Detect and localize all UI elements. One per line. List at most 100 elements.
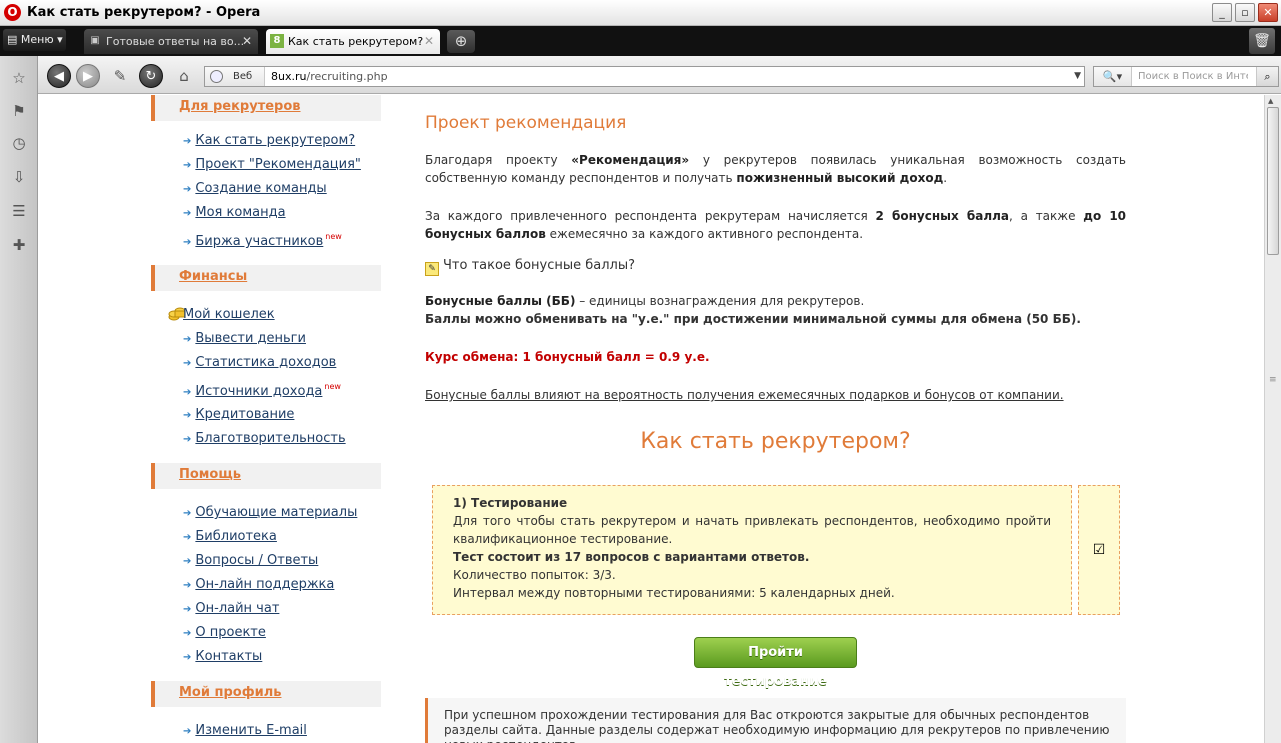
sidebar-item-income-stats[interactable]: ➔ Статистика доходов <box>183 355 336 370</box>
sidebar-item-income-sources[interactable]: ➔ Источники дохода new <box>183 382 341 399</box>
sidebar-item-label[interactable]: Источники дохода <box>195 384 322 399</box>
globe-icon <box>210 70 223 83</box>
sidebar-item-label[interactable]: Библиотека <box>195 529 277 544</box>
url-text[interactable]: 8ux.ru/recruiting.php <box>271 67 388 86</box>
sidebar-item-my-team[interactable]: ➔ Моя команда <box>183 205 286 220</box>
text: За каждого привлеченного респондента рек… <box>425 209 876 223</box>
tab-close-icon[interactable]: ✕ <box>424 29 434 54</box>
step-title: 1) Тестирование <box>453 496 568 510</box>
step-checkbox-icon: ☑ <box>1078 485 1120 615</box>
bonus-paragraph: За каждого привлеченного респондента рек… <box>425 207 1126 243</box>
scroll-up-icon[interactable]: ▲ <box>1268 97 1273 105</box>
testing-step: 1) Тестирование Для того чтобы стать рек… <box>432 485 1072 615</box>
sidebar-item-label[interactable]: Контакты <box>195 649 262 664</box>
sidebar-item-label[interactable]: О проекте <box>195 625 266 640</box>
sidebar-item-label[interactable]: Как стать рекрутером? <box>195 133 355 148</box>
sidebar-item-withdraw[interactable]: ➔ Вывести деньги <box>183 331 306 346</box>
bookmarks-star-icon[interactable]: ☆ <box>6 65 32 91</box>
notes-icon[interactable]: ☰ <box>6 198 32 224</box>
forward-button[interactable]: ▶ <box>76 64 100 88</box>
search-engine-selector[interactable]: 🔍▾ <box>1094 67 1132 86</box>
scroll-grip-icon: ≡ <box>1269 375 1277 385</box>
text: ежемесячно за каждого активного респонде… <box>545 227 864 241</box>
tab-recruiter[interactable]: 8 Как стать рекрутером? ✕ <box>266 29 440 54</box>
sidebar-item-label[interactable]: Биржа участников <box>195 234 323 249</box>
restore-button[interactable]: ▫ <box>1235 3 1255 22</box>
sidebar-heading-label[interactable]: Финансы <box>179 269 247 284</box>
sidebar-heading-help[interactable]: Помощь <box>151 463 381 489</box>
sidebar-item-recommendation[interactable]: ➔ Проект "Рекомендация" <box>183 157 361 172</box>
sidebar-item-support[interactable]: ➔ Он-лайн поддержка <box>183 577 334 592</box>
address-mode-button[interactable]: Веб <box>205 67 265 86</box>
tab-label: Готовые ответы на во... <box>106 35 245 48</box>
sidebar-item-label[interactable]: Моя команда <box>195 205 285 220</box>
sidebar-heading-label[interactable]: Мой профиль <box>179 685 281 700</box>
history-clock-icon[interactable]: ◷ <box>6 130 32 156</box>
sidebar-item-credit[interactable]: ➔ Кредитование <box>183 407 294 422</box>
bonus-exchange: Баллы можно обменивать на "у.е." при дос… <box>425 312 1081 326</box>
sidebar-item-label[interactable]: Статистика доходов <box>195 355 336 370</box>
sidebar-item-label[interactable]: Обучающие материалы <box>195 505 357 520</box>
widgets-icon[interactable]: ⚑ <box>6 98 32 124</box>
sidebar-item-label[interactable]: Изменить E-mail <box>195 723 307 738</box>
text: . <box>943 171 948 185</box>
tab-label: Как стать рекрутером? <box>288 35 424 48</box>
window-title: Как стать рекрутером? - Opera <box>27 5 261 20</box>
sidebar-item-label[interactable]: Вопросы / Ответы <box>195 553 318 568</box>
sidebar-item-charity[interactable]: ➔ Благотворительность <box>183 431 346 446</box>
sidebar-heading-recruiters[interactable]: Для рекрутеров <box>151 95 381 121</box>
tab-close-icon[interactable]: ✕ <box>242 29 252 54</box>
sidebar-item-contacts[interactable]: ➔ Контакты <box>183 649 262 664</box>
reload-button[interactable]: ↻ <box>139 64 163 88</box>
sidebar-item-label[interactable]: Благотворительность <box>195 431 345 446</box>
opera-menu-button[interactable]: ▤ Меню ▾ <box>3 29 66 51</box>
notepad-icon: ✎ <box>425 262 439 276</box>
sidebar-item-label[interactable]: Он-лайн поддержка <box>195 577 334 592</box>
vertical-scrollbar[interactable]: ▲ ≡ <box>1264 95 1281 743</box>
tab-answers[interactable]: ▣ Готовые ответы на во... ✕ <box>84 29 258 54</box>
back-button[interactable]: ◀ <box>47 64 71 88</box>
start-test-button[interactable]: Пройти тестирование <box>694 637 857 689</box>
sidebar-heading-profile[interactable]: Мой профиль <box>151 681 381 707</box>
sidebar-item-about[interactable]: ➔ О проекте <box>183 625 266 640</box>
sidebar-item-how-to-recruit[interactable]: ➔ Как стать рекрутером? <box>183 133 355 148</box>
search-placeholder: Поиск в Поиск в Инте <box>1138 71 1248 82</box>
sidebar-heading-finance[interactable]: Финансы <box>151 265 381 291</box>
wand-icon[interactable]: ✎ <box>108 64 132 88</box>
sidebar-heading-label[interactable]: Помощь <box>179 467 241 482</box>
address-dropdown-icon[interactable]: ▼ <box>1074 67 1081 86</box>
downloads-icon[interactable]: ⇩ <box>6 164 32 190</box>
home-icon[interactable]: ⌂ <box>172 64 196 88</box>
sidebar-item-label[interactable]: Создание команды <box>195 181 326 196</box>
bonus-influence-link[interactable]: Бонусные баллы влияют на вероятность пол… <box>425 386 1126 404</box>
text-bold: «Рекомендация» <box>571 153 690 167</box>
page-favicon-icon: ▣ <box>90 35 100 46</box>
sidebar-heading-label[interactable]: Для рекрутеров <box>179 99 301 114</box>
sidebar-item-wallet[interactable]: Мой кошелек <box>183 307 275 322</box>
new-tab-button[interactable]: ⊕ <box>447 30 475 53</box>
text-bold: 2 бонусных балла <box>875 209 1010 223</box>
sidebar-item-label[interactable]: Мой кошелек <box>183 307 275 322</box>
sidebar-item-label[interactable]: Он-лайн чат <box>195 601 279 616</box>
minimize-button[interactable]: _ <box>1212 3 1232 22</box>
search-field[interactable]: 🔍▾ Поиск в Поиск в Инте ⌕ <box>1093 66 1279 87</box>
sidebar-item-chat[interactable]: ➔ Он-лайн чат <box>183 601 279 616</box>
step-questions: Тест состоит из 17 вопросов с вариантами… <box>453 550 810 564</box>
sidebar-item-create-team[interactable]: ➔ Создание команды <box>183 181 327 196</box>
step-text: Для того чтобы стать рекрутером и начать… <box>453 514 1051 546</box>
sidebar-item-label[interactable]: Кредитование <box>195 407 294 422</box>
panel-bar: ☆ ⚑ ◷ ⇩ ☰ ✚ <box>0 56 38 743</box>
sidebar-item-label[interactable]: Вывести деньги <box>195 331 306 346</box>
address-bar[interactable]: Веб 8ux.ru/recruiting.php ▼ <box>204 66 1085 87</box>
scrollbar-thumb[interactable] <box>1267 107 1279 255</box>
sidebar-item-library[interactable]: ➔ Библиотека <box>183 529 277 544</box>
sidebar-item-exchange[interactable]: ➔ Биржа участников new <box>183 232 342 249</box>
sidebar-item-change-email[interactable]: ➔ Изменить E-mail <box>183 723 307 738</box>
sidebar-item-label[interactable]: Проект "Рекомендация" <box>195 157 361 172</box>
search-go-icon[interactable]: ⌕ <box>1256 67 1278 86</box>
close-window-button[interactable]: ✕ <box>1258 3 1278 22</box>
add-panel-icon[interactable]: ✚ <box>6 232 32 258</box>
sidebar-item-tutorials[interactable]: ➔ Обучающие материалы <box>183 505 357 520</box>
sidebar-item-faq[interactable]: ➔ Вопросы / Ответы <box>183 553 318 568</box>
closed-tabs-trash-icon[interactable]: 🗑 <box>1249 28 1275 54</box>
